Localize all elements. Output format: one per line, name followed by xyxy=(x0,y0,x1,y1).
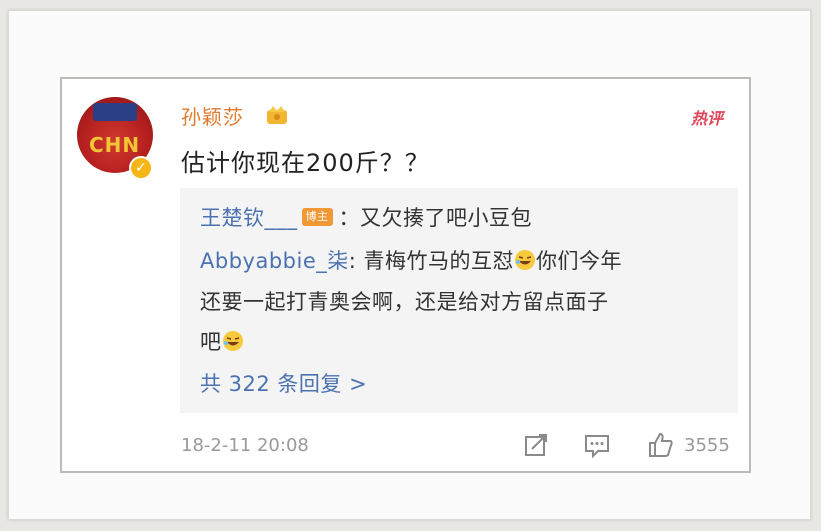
reply-text: ：又欠揍了吧小豆包 xyxy=(338,206,532,230)
reply-text-end: 吧 xyxy=(200,330,222,354)
reply-1: 王楚钦___ 博主 ：又欠揍了吧小豆包 xyxy=(200,202,532,232)
comment-text: 估计你现在200斤？？ xyxy=(181,149,430,177)
comment-icon[interactable] xyxy=(583,431,611,459)
avatar-text: CHN xyxy=(89,133,141,157)
photo-frame: CHN ✓ 孙颖莎 热评 估计你现在200斤？？ 王楚钦___ 博主 ：又欠揍了吧小… xyxy=(8,10,811,520)
laughing-emoji-icon xyxy=(222,331,243,351)
laughing-emoji-icon xyxy=(515,250,535,270)
reply-2-line-3: 吧 xyxy=(200,326,244,356)
like-count: 3555 xyxy=(684,435,730,456)
timestamp: 18-2-11 20:08 xyxy=(181,435,309,456)
weibo-comment-card: CHN ✓ 孙颖莎 热评 估计你现在200斤？？ 王楚钦___ 博主 ：又欠揍了吧小… xyxy=(60,77,751,473)
reply-text: : 青梅竹马的互怼 xyxy=(348,249,514,273)
share-icon[interactable] xyxy=(522,431,550,459)
verified-icon: ✓ xyxy=(129,156,153,180)
username[interactable]: 孙颖莎 xyxy=(181,101,244,130)
reply-2-line-2: 还要一起打青奥会啊，还是给对方留点面子 xyxy=(200,290,609,314)
crown-icon xyxy=(267,106,287,124)
reply-text-continued: 你们今年 xyxy=(536,249,622,273)
replies-box: 王楚钦___ 博主 ：又欠揍了吧小豆包 Abbyabbie_柒: 青梅竹马的互怼 你们… xyxy=(180,188,738,413)
reply-2: Abbyabbie_柒: 青梅竹马的互怼 你们今年 xyxy=(200,245,622,275)
thumbs-up-icon[interactable] xyxy=(646,431,674,459)
flag-graphic xyxy=(93,103,137,121)
blogger-badge: 博主 xyxy=(301,208,333,226)
hot-comment-badge: 热评 xyxy=(691,109,724,128)
reply-author[interactable]: Abbyabbie_柒 xyxy=(200,249,349,273)
reply-author[interactable]: 王楚钦___ xyxy=(200,206,298,230)
view-all-replies-link[interactable]: 共 322 条回复 > xyxy=(200,368,367,398)
